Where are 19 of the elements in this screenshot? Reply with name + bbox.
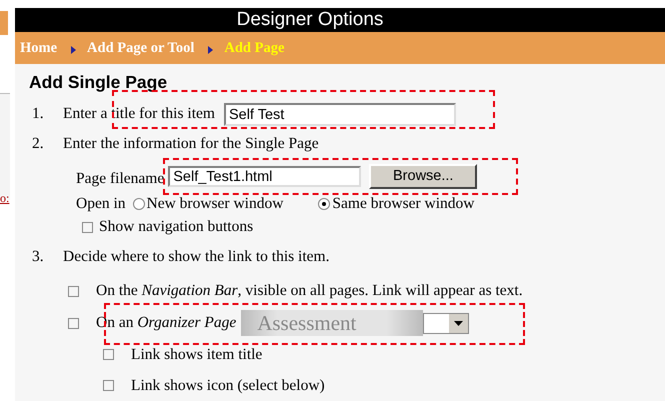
- window-title: Designer Options: [15, 8, 665, 32]
- option-label: Show navigation buttons: [99, 218, 254, 236]
- field-label: Open in: [76, 195, 126, 213]
- step-number: 2.: [31, 135, 45, 153]
- filename-field[interactable]: Self_Test1.html: [168, 166, 362, 186]
- step-number: 3.: [31, 248, 45, 266]
- browse-button[interactable]: Browse...: [369, 164, 478, 188]
- step-label: Enter the information for the Single Page: [63, 135, 319, 153]
- option-label: Link shows icon (select below): [131, 376, 325, 394]
- option-label: New browser window: [146, 195, 284, 213]
- option-label: Link shows item title: [131, 346, 262, 364]
- title-field[interactable]: Self Test: [224, 102, 456, 126]
- option-label: On the Navigation Bar, visible on all pages. Link will appear as text.: [96, 282, 523, 300]
- option-label: Same browser window: [332, 195, 474, 213]
- step-number: 1.: [31, 105, 45, 123]
- section-heading: Add Single Page: [29, 72, 168, 93]
- link-fragment[interactable]: o:: [0, 191, 10, 205]
- field-label: Page filename: [76, 170, 164, 188]
- step-label: Decide where to show the link to this item.: [63, 248, 330, 266]
